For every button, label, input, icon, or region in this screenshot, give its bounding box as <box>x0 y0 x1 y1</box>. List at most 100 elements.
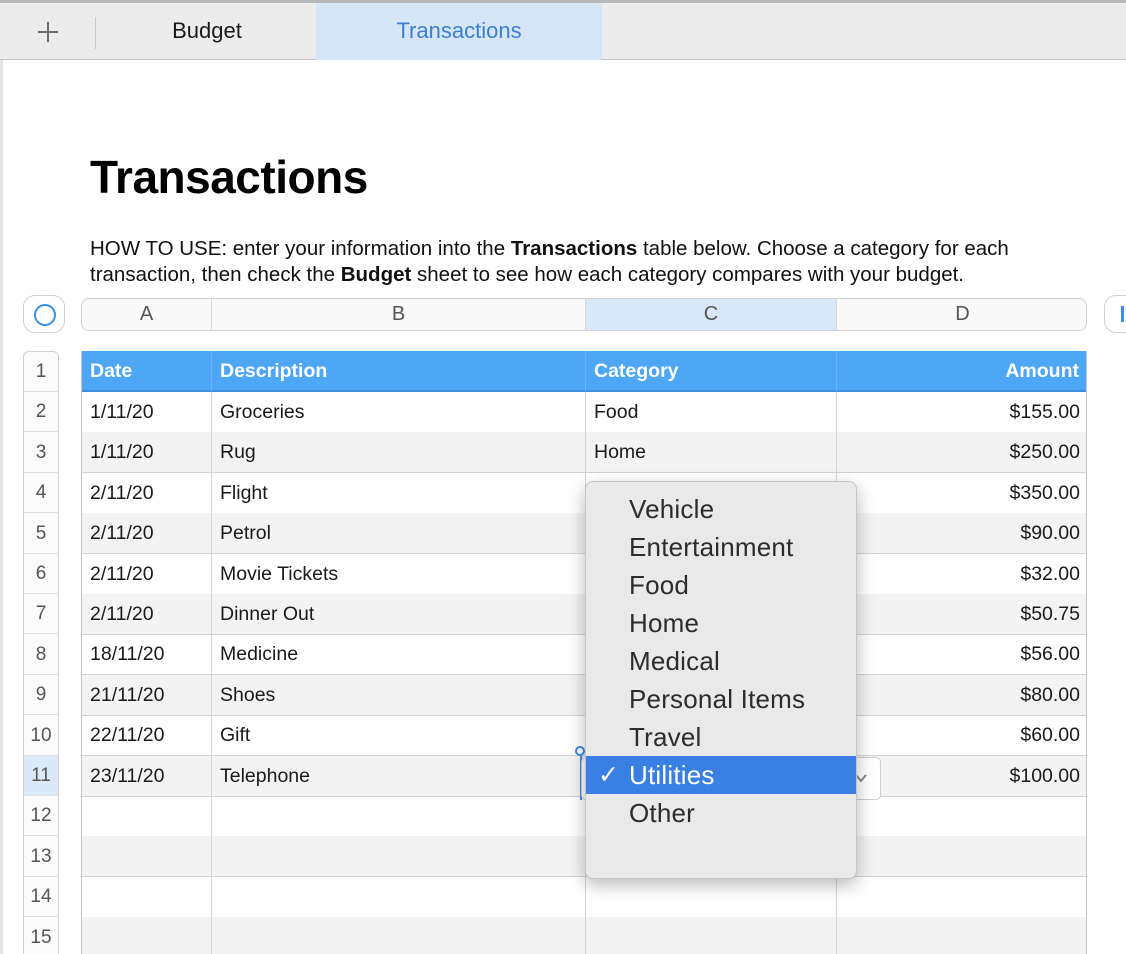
cell-amount[interactable]: $60.00 <box>837 715 1086 755</box>
cell-amount[interactable] <box>837 917 1086 954</box>
cell-date[interactable] <box>82 876 212 917</box>
row-header-9[interactable]: 9 <box>24 675 58 716</box>
column-header-a[interactable]: A <box>82 299 212 330</box>
cell-date[interactable]: 21/11/20 <box>82 674 212 715</box>
menu-item-vehicle[interactable]: Vehicle <box>586 490 856 528</box>
plus-icon <box>38 22 58 42</box>
row-header-14[interactable]: 14 <box>24 877 58 918</box>
cell-description[interactable]: Petrol <box>212 513 586 554</box>
column-header-c[interactable]: C <box>586 299 837 330</box>
cell-date[interactable]: 2/11/20 <box>82 594 212 634</box>
cell-category[interactable]: Home <box>586 432 837 473</box>
row-header-bar: 1 2 3 4 5 6 7 8 9 10 11 12 13 14 15 <box>23 351 59 954</box>
column-header-bar: A B C D <box>81 298 1087 331</box>
header-cell-amount[interactable]: Amount <box>837 351 1086 391</box>
cell-category[interactable] <box>586 876 837 917</box>
cell-amount[interactable]: $50.75 <box>837 594 1086 634</box>
cell-description[interactable]: Dinner Out <box>212 594 586 634</box>
canvas-edge <box>0 60 3 954</box>
cell-description[interactable]: Movie Tickets <box>212 553 586 594</box>
menu-item-utilities[interactable]: ✓ Utilities <box>586 756 856 794</box>
add-column-handle[interactable] <box>1104 295 1126 333</box>
column-header-d[interactable]: D <box>837 299 1086 330</box>
row-header-1[interactable]: 1 <box>24 352 58 392</box>
header-cell-category[interactable]: Category <box>586 351 837 391</box>
table-row: 1/11/20 Rug Home $250.00 <box>82 432 1086 474</box>
row-header-2[interactable]: 2 <box>24 392 58 433</box>
cell-description[interactable]: Shoes <box>212 674 586 715</box>
cell-amount[interactable]: $155.00 <box>837 392 1086 432</box>
cell-amount[interactable]: $32.00 <box>837 554 1086 594</box>
menu-item-personal-items[interactable]: Personal Items <box>586 680 856 718</box>
row-header-7[interactable]: 7 <box>24 594 58 635</box>
menu-item-label: Home <box>629 608 700 638</box>
menu-item-label: Utilities <box>629 760 715 790</box>
menu-item-travel[interactable]: Travel <box>586 718 856 756</box>
menu-item-label: Medical <box>629 646 720 676</box>
row-header-4[interactable]: 4 <box>24 473 58 514</box>
cell-amount[interactable]: $350.00 <box>837 473 1086 513</box>
cell-description[interactable]: Gift <box>212 715 586 756</box>
cell-description[interactable] <box>212 876 586 917</box>
cell-date[interactable] <box>82 836 212 877</box>
row-header-11[interactable]: 11 <box>24 756 58 796</box>
tab-transactions[interactable]: Transactions <box>316 3 602 60</box>
row-header-5[interactable]: 5 <box>24 514 58 554</box>
cell-date[interactable]: 2/11/20 <box>82 472 212 513</box>
cell-category[interactable]: Food <box>586 392 837 432</box>
cell-date[interactable]: 2/11/20 <box>82 513 212 554</box>
cell-date[interactable] <box>82 796 212 836</box>
cell-description[interactable]: Flight <box>212 472 586 513</box>
row-header-10[interactable]: 10 <box>24 716 58 756</box>
column-header-b[interactable]: B <box>212 299 586 330</box>
cell-description[interactable]: Groceries <box>212 392 586 432</box>
cell-amount[interactable] <box>837 877 1086 917</box>
category-dropdown-menu: Vehicle Entertainment Food Home Medical Perso… <box>585 481 857 879</box>
cell-selection-handle[interactable] <box>575 746 585 756</box>
cell-description[interactable] <box>212 917 586 954</box>
menu-item-home[interactable]: Home <box>586 604 856 642</box>
menu-item-label: Food <box>629 570 690 600</box>
cell-description[interactable]: Medicine <box>212 634 586 675</box>
cell-date[interactable]: 1/11/20 <box>82 432 212 473</box>
row-header-3[interactable]: 3 <box>24 433 58 473</box>
cell-description[interactable]: Telephone <box>212 755 586 796</box>
menu-item-other[interactable]: Other <box>586 794 856 832</box>
cell-date[interactable]: 1/11/20 <box>82 392 212 432</box>
table-row: 1/11/20 Groceries Food $155.00 <box>82 392 1086 433</box>
table-header-row: Date Description Category Amount <box>82 351 1086 392</box>
add-sheet-button[interactable] <box>30 16 66 48</box>
checkmark-icon: ✓ <box>598 761 620 789</box>
cell-date[interactable]: 22/11/20 <box>82 715 212 756</box>
header-cell-description[interactable]: Description <box>212 351 586 391</box>
cell-date[interactable]: 2/11/20 <box>82 553 212 594</box>
cell-amount[interactable]: $56.00 <box>837 634 1086 674</box>
cell-amount[interactable] <box>837 836 1086 876</box>
row-header-13[interactable]: 13 <box>24 837 58 877</box>
cell-amount[interactable]: $250.00 <box>837 432 1086 472</box>
menu-item-label: Vehicle <box>629 494 715 524</box>
tab-budget[interactable]: Budget <box>100 3 314 60</box>
row-header-6[interactable]: 6 <box>24 554 58 594</box>
cell-date[interactable]: 23/11/20 <box>82 755 212 796</box>
menu-item-entertainment[interactable]: Entertainment <box>586 528 856 566</box>
cell-amount[interactable]: $90.00 <box>837 513 1086 553</box>
menu-item-medical[interactable]: Medical <box>586 642 856 680</box>
menu-item-food[interactable]: Food <box>586 566 856 604</box>
menu-item-label: Travel <box>629 722 702 752</box>
cell-date[interactable]: 18/11/20 <box>82 634 212 675</box>
cell-category[interactable] <box>586 917 837 954</box>
row-header-12[interactable]: 12 <box>24 796 58 837</box>
row-header-15[interactable]: 15 <box>24 918 58 954</box>
cell-description[interactable] <box>212 836 586 877</box>
row-header-8[interactable]: 8 <box>24 635 58 675</box>
cell-description[interactable] <box>212 796 586 836</box>
header-cell-date[interactable]: Date <box>82 351 212 391</box>
table-select-all-handle[interactable] <box>23 295 65 333</box>
transactions-table: Date Description Category Amount 1/11/20… <box>81 351 1087 954</box>
cell-date[interactable] <box>82 917 212 954</box>
cell-amount[interactable]: $80.00 <box>837 675 1086 715</box>
cell-description[interactable]: Rug <box>212 432 586 473</box>
cell-amount[interactable] <box>837 796 1086 836</box>
tab-divider <box>95 17 96 49</box>
